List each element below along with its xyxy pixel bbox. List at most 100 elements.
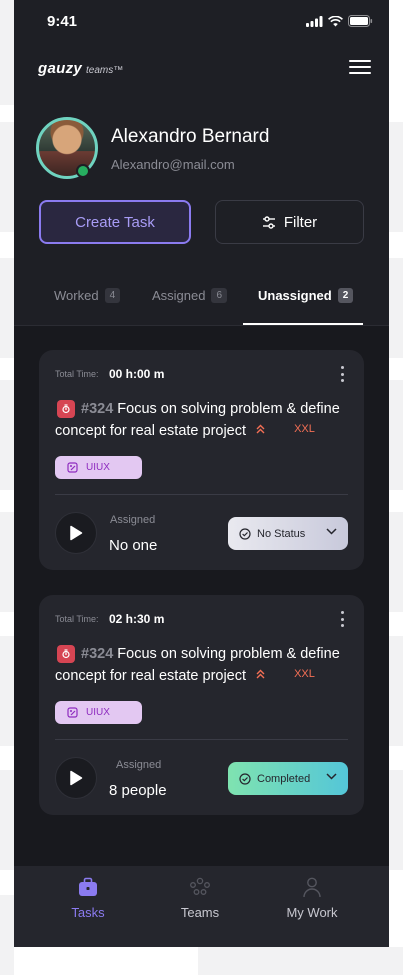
- logo-wordmark: gauzy: [38, 60, 83, 77]
- battery-icon: [348, 15, 373, 27]
- sliders-icon: [262, 215, 275, 229]
- background-strip: [389, 122, 403, 232]
- task-number: #324: [81, 401, 114, 417]
- background-strip: [0, 512, 14, 612]
- logo-suffix: teams™: [86, 65, 124, 76]
- play-icon: [70, 525, 83, 541]
- status-dropdown[interactable]: No Status: [228, 517, 348, 550]
- nav-label: Tasks: [71, 905, 105, 920]
- bug-icon: [57, 400, 75, 418]
- tab-count-badge: 2: [337, 288, 354, 303]
- tab-assigned[interactable]: Assigned 6: [152, 288, 228, 303]
- task-tabs: Worked 4 Assigned 6 Unassigned 2: [14, 270, 389, 326]
- briefcase-icon: [79, 877, 97, 896]
- play-icon: [70, 770, 83, 786]
- filter-button[interactable]: Filter: [215, 200, 364, 244]
- tab-unassigned[interactable]: Unassigned 2: [258, 288, 354, 303]
- label-text: UIUX: [86, 707, 110, 718]
- background-strip: [0, 122, 14, 232]
- background-strip: [0, 636, 14, 746]
- double-chevron-up-icon: [256, 669, 265, 679]
- filter-label: Filter: [283, 213, 318, 231]
- play-timer-button[interactable]: [55, 757, 97, 799]
- tab-count-badge: 6: [211, 288, 228, 303]
- play-timer-button[interactable]: [55, 512, 97, 554]
- background-strip: [389, 636, 403, 746]
- tag-icon: [67, 462, 78, 473]
- tab-count-badge: 4: [104, 288, 121, 303]
- assigned-value: 8 people: [109, 782, 167, 799]
- tab-worked[interactable]: Worked 4: [54, 288, 121, 303]
- size-badge: XXL: [256, 664, 315, 684]
- background-strip: [0, 895, 14, 975]
- nav-teams[interactable]: Teams: [150, 876, 250, 920]
- chevron-down-icon: [326, 528, 337, 535]
- chevron-down-icon: [326, 773, 337, 780]
- assigned-label: Assigned: [116, 759, 162, 771]
- status-time: 9:41: [47, 13, 78, 30]
- background-strip: [0, 0, 14, 105]
- task-title: #324 Focus on solving problem & define c…: [55, 399, 345, 441]
- background-strip: [198, 947, 403, 975]
- card-divider: [55, 739, 348, 740]
- background-strip: [0, 770, 14, 870]
- task-card[interactable]: Total Time: 00 h:00 m #324 Focus on solv…: [39, 350, 364, 570]
- double-chevron-up-icon: [256, 424, 265, 434]
- label-chip[interactable]: UIUX: [55, 456, 142, 479]
- nav-my-work[interactable]: My Work: [262, 876, 362, 920]
- total-time-value: 02 h:30 m: [109, 612, 165, 626]
- task-number: #324: [81, 646, 114, 662]
- app-logo: gauzy teams™: [38, 60, 123, 77]
- signal-icon: [306, 15, 323, 27]
- task-title: #324 Focus on solving problem & define c…: [55, 644, 345, 686]
- status-icons: [306, 15, 373, 27]
- background-strip: [389, 770, 403, 870]
- online-status-dot: [76, 164, 90, 178]
- bottom-navigation: Tasks Teams My Work: [14, 866, 389, 947]
- size-badge: XXL: [256, 419, 315, 439]
- check-circle-icon: [239, 772, 251, 785]
- wifi-icon: [328, 15, 343, 26]
- card-divider: [55, 494, 348, 495]
- person-icon: [303, 877, 321, 898]
- nav-tasks[interactable]: Tasks: [38, 876, 138, 920]
- nav-label: Teams: [180, 905, 220, 920]
- total-time-label: Total Time:: [55, 369, 99, 379]
- create-task-label: Create Task: [75, 213, 155, 231]
- background-strip: [0, 258, 14, 358]
- user-email: Alexandro@mail.com: [111, 157, 235, 172]
- size-label: XXL: [294, 423, 315, 435]
- background-strip: [389, 380, 403, 490]
- tab-label: Worked: [54, 288, 99, 303]
- avatar[interactable]: [36, 117, 98, 179]
- status-label: No Status: [257, 527, 306, 540]
- status-label: Completed: [257, 772, 311, 785]
- size-label: XXL: [294, 668, 315, 680]
- background-strip: [389, 258, 403, 358]
- app-screen: 9:41 gauzy teams™ Alexandro Bernard Alex…: [14, 0, 389, 947]
- total-time-label: Total Time:: [55, 614, 99, 624]
- background-strip: [389, 512, 403, 612]
- active-tab-indicator: [243, 323, 363, 325]
- bug-icon: [57, 645, 75, 663]
- people-icon: [190, 877, 210, 895]
- nav-label: My Work: [286, 905, 338, 920]
- task-card[interactable]: Total Time: 02 h:30 m #324 Focus on solv…: [39, 595, 364, 815]
- more-options-icon[interactable]: [339, 366, 345, 382]
- assigned-value: No one: [109, 537, 158, 554]
- tab-label: Unassigned: [258, 288, 332, 303]
- total-time-value: 00 h:00 m: [109, 367, 165, 381]
- label-chip[interactable]: UIUX: [55, 701, 142, 724]
- check-circle-icon: [239, 527, 251, 540]
- user-name: Alexandro Bernard: [111, 126, 270, 147]
- background-strip: [0, 380, 14, 490]
- tab-label: Assigned: [152, 288, 206, 303]
- status-dropdown[interactable]: Completed: [228, 762, 348, 795]
- create-task-button[interactable]: Create Task: [39, 200, 191, 244]
- hamburger-menu-icon[interactable]: [349, 60, 371, 78]
- status-bar: 9:41: [14, 0, 389, 44]
- tag-icon: [67, 707, 78, 718]
- more-options-icon[interactable]: [339, 611, 345, 627]
- label-text: UIUX: [86, 462, 110, 473]
- assigned-label: Assigned: [110, 514, 156, 526]
